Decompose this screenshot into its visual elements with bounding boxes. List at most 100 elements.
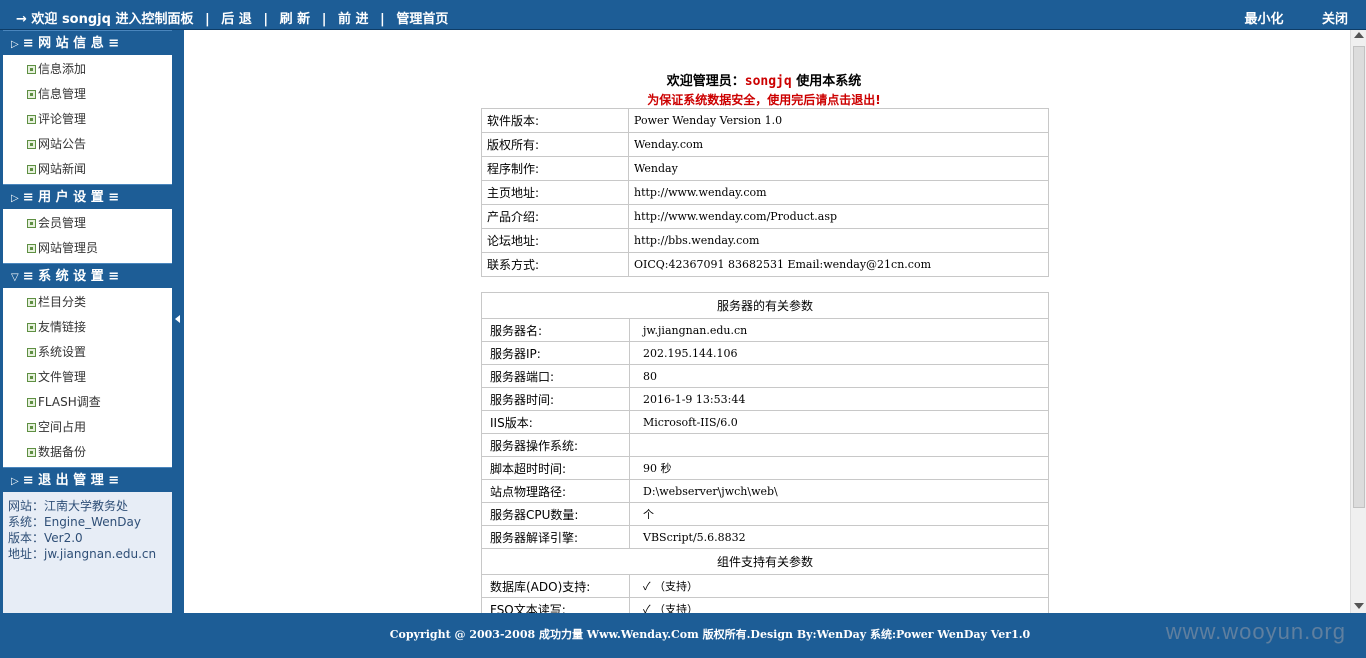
table-value-cell: D:\webserver\jwch\web\ — [629, 479, 1049, 503]
section-items-system-settings: 栏目分类 友情链接 系统设置 文件管理 FLASH调查 空间占用 数据备份 — [3, 288, 172, 467]
sidebar-item-site-admins[interactable]: 网站管理员 — [3, 236, 172, 261]
table-key-cell: 脚本超时时间: — [481, 456, 630, 480]
scroll-up-icon[interactable] — [1354, 32, 1364, 38]
expand-toggle-icon: ▽ — [11, 272, 19, 283]
sidebar-item-friend-links[interactable]: 友情链接 — [3, 315, 172, 340]
sidebar-item-manage-info[interactable]: 信息管理 — [3, 82, 172, 107]
welcome-heading: 欢迎管理员：songjq 使用本系统 — [481, 70, 1047, 89]
sidebar-item-label: 数据备份 — [38, 445, 87, 459]
table-value-cell: ✓ （支持） — [629, 574, 1049, 598]
section-header-user-settings[interactable]: ▷ ≡ 用 户 设 置 ≡ — [3, 184, 172, 209]
table-row: FSO文本读写: ✓ （支持） — [481, 597, 1049, 613]
collapse-arrow-icon[interactable] — [175, 315, 180, 323]
table-key-cell: IIS版本: — [481, 410, 630, 434]
table-value-cell: 2016-1-9 13:53:44 — [629, 387, 1049, 411]
scroll-thumb[interactable] — [1353, 46, 1365, 508]
table-value-cell — [629, 433, 1049, 457]
section-items-site-info: 信息添加 信息管理 评论管理 网站公告 网站新闻 — [3, 55, 172, 184]
sidebar-item-label: 网站新闻 — [38, 162, 87, 176]
table-row: 服务器时间: 2016-1-9 13:53:44 — [481, 387, 1049, 411]
table-row: 服务器CPU数量: 个 — [481, 502, 1049, 526]
table-value-cell: http://www.wenday.com/Product.asp — [628, 204, 1049, 229]
table-key-cell: 站点物理路径: — [481, 479, 630, 503]
table-row: 服务器解译引擎: VBScript/5.6.8832 — [481, 525, 1049, 549]
bullet-icon — [27, 165, 36, 174]
sidebar-item-space-usage[interactable]: 空间占用 — [3, 415, 172, 440]
table-value-cell: http://bbs.wenday.com — [628, 228, 1049, 253]
table-value-cell: 80 — [629, 364, 1049, 388]
sidebar-item-label: 栏目分类 — [38, 295, 87, 309]
table-key-cell: 产品介绍: — [481, 204, 629, 229]
bullet-icon — [27, 448, 36, 457]
version-text: 版本：Ver2.0 — [8, 531, 83, 545]
section-title: ≡ 系 统 设 置 ≡ — [22, 269, 120, 284]
sidebar-item-categories[interactable]: 栏目分类 — [3, 290, 172, 315]
table-value-cell: Wenday.com — [628, 132, 1049, 157]
bullet-icon — [27, 65, 36, 74]
sidebar-item-news[interactable]: 网站新闻 — [3, 157, 172, 182]
forward-link[interactable]: 前 进 — [338, 8, 369, 27]
table-header-row: 组件支持有关参数 — [481, 548, 1049, 575]
table-key-cell: 服务器时间: — [481, 387, 630, 411]
table-value-cell: Microsoft-IIS/6.0 — [629, 410, 1049, 434]
table-key-cell: 版权所有: — [481, 132, 629, 157]
table-value-cell: 202.195.144.106 — [629, 341, 1049, 365]
sidebar-item-data-backup[interactable]: 数据备份 — [3, 440, 172, 465]
sidebar-item-announcements[interactable]: 网站公告 — [3, 132, 172, 157]
sidebar-splitter[interactable] — [172, 30, 184, 613]
sidebar-item-flash-survey[interactable]: FLASH调查 — [3, 390, 172, 415]
table-value-cell: 个 — [629, 502, 1049, 526]
table-key-cell: 软件版本: — [481, 108, 629, 133]
section-title: ≡ 用 户 设 置 ≡ — [22, 190, 120, 205]
admin-home-link[interactable]: 管理首页 — [396, 8, 448, 27]
separator: | — [205, 12, 210, 27]
table-key-cell: FSO文本读写: — [481, 597, 630, 613]
table-row: 服务器操作系统: — [481, 433, 1049, 457]
site-name: 网站：江南大学教务处 — [8, 499, 129, 513]
vertical-scrollbar[interactable] — [1350, 30, 1366, 613]
table-value-cell: ✓ （支持） — [629, 597, 1049, 613]
close-button[interactable]: 关闭 — [1322, 12, 1348, 27]
watermark: www.wooyun.org — [1165, 619, 1346, 644]
section-header-site-info[interactable]: ▷ ≡ 网 站 信 息 ≡ — [3, 30, 172, 55]
refresh-link[interactable]: 刷 新 — [280, 8, 311, 27]
scroll-down-icon[interactable] — [1354, 603, 1364, 609]
sidebar-item-members[interactable]: 会员管理 — [3, 211, 172, 236]
table-row: 服务器端口: 80 — [481, 364, 1049, 388]
top-bar: → 欢迎 songjq 进入控制面板 | 后 退 | 刷 新 | 前 进 | 管… — [0, 0, 1366, 30]
table-row: 服务器名: jw.jiangnan.edu.cn — [481, 318, 1049, 342]
main-content: 欢迎管理员：songjq 使用本系统 为保证系统数据安全，使用完后请点击退出! … — [184, 30, 1350, 613]
sidebar-item-file-manager[interactable]: 文件管理 — [3, 365, 172, 390]
sidebar-item-label: 信息添加 — [38, 62, 87, 76]
separator: | — [380, 12, 385, 27]
table-value-cell: 90 秒 — [629, 456, 1049, 480]
table-key-cell: 服务器CPU数量: — [481, 502, 630, 526]
server-info-table: 服务器的有关参数 服务器名: jw.jiangnan.edu.cn 服务器IP: 2… — [481, 292, 1049, 613]
table-key-cell: 联系方式: — [481, 252, 629, 277]
welcome-text: → 欢迎 songjq 进入控制面板 — [16, 12, 194, 27]
sidebar-item-label: 信息管理 — [38, 87, 87, 101]
component-params-header: 组件支持有关参数 — [481, 548, 1049, 575]
table-key-cell: 服务器IP: — [481, 341, 630, 365]
address-text: 地址：jw.jiangnan.edu.cn — [8, 547, 157, 561]
sidebar-item-label: 空间占用 — [38, 420, 87, 434]
back-link[interactable]: 后 退 — [221, 8, 252, 27]
sidebar-item-label: 评论管理 — [38, 112, 87, 126]
table-key-cell: 服务器端口: — [481, 364, 630, 388]
sidebar-item-label: 网站公告 — [38, 137, 87, 151]
section-header-logout[interactable]: ▷ ≡ 退 出 管 理 ≡ — [3, 467, 172, 492]
sidebar-item-label: 系统设置 — [38, 345, 87, 359]
table-key-cell: 论坛地址: — [481, 228, 629, 253]
footer: Copyright @ 2003-2008 成功力量 Www.Wenday.Co… — [0, 613, 1366, 658]
sidebar-item-system-settings[interactable]: 系统设置 — [3, 340, 172, 365]
sidebar-item-add-info[interactable]: 信息添加 — [3, 57, 172, 82]
bullet-icon — [27, 219, 36, 228]
separator: | — [263, 12, 269, 27]
sidebar-item-comments[interactable]: 评论管理 — [3, 107, 172, 132]
table-header-row: 服务器的有关参数 — [481, 292, 1049, 319]
section-header-system-settings[interactable]: ▽ ≡ 系 统 设 置 ≡ — [3, 263, 172, 288]
bullet-icon — [27, 423, 36, 432]
server-params-header: 服务器的有关参数 — [481, 292, 1049, 319]
minimize-button[interactable]: 最小化 — [1244, 12, 1283, 27]
sidebar: ▷ ≡ 网 站 信 息 ≡ 信息添加 信息管理 评论管理 网站公告 网站新闻 ▷ ≡… — [0, 30, 172, 635]
